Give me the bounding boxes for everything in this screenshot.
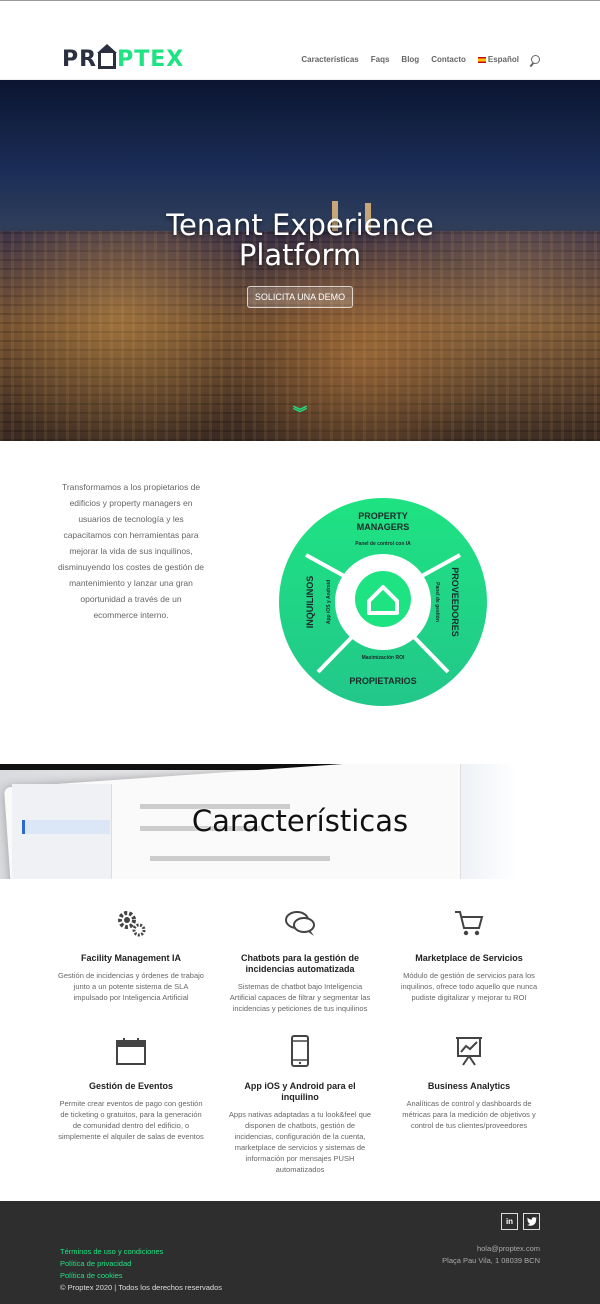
wheel-left-sub: App iOS y Android [326,580,332,624]
feature-title: Facility Management IA [80,953,182,963]
linkedin-icon[interactable]: in [501,1213,518,1230]
wheel-right-title: PROVEEDORES [450,567,460,637]
feature-facility-management: Facility Management IA Gestión de incide… [56,907,206,1003]
logo-text-1: PR [62,47,98,72]
footer-links: Términos de uso y condiciones Política d… [60,1246,222,1294]
feature-text: Apps nativas adaptadas a tu look&feel qu… [228,1110,372,1174]
nav-item-contacto[interactable]: Contacto [431,55,466,64]
intro-text: Transformamos a los propietarios de edif… [58,482,205,620]
feature-title: App iOS y Android para el inquilino [244,1081,356,1102]
feature-mobile-app: App iOS y Android para el inquilino Apps… [225,1035,375,1175]
footer-address: Plaça Pau Vila, 1 08039 BCN [442,1256,540,1265]
footer-email[interactable]: hola@proptex.com [442,1243,540,1255]
mobile-icon [225,1035,375,1067]
chevron-down-icon[interactable]: ︾ [293,406,307,424]
request-demo-button[interactable]: SOLICITA UNA DEMO [247,286,353,308]
nav-item-caracteristicas[interactable]: Características [301,55,358,64]
feature-text: Gestión de incidencias y órdenes de trab… [58,971,204,1002]
presentation-chart-icon [394,1035,544,1067]
nav-item-blog[interactable]: Blog [401,55,419,64]
social-links: in [501,1213,540,1230]
feature-text: Analíticas de control y dashboards de mé… [402,1099,536,1130]
hero-title: Tenant Experience Platform [0,210,600,270]
footer-contact: hola@proptex.com Plaça Pau Vila, 1 08039… [442,1243,540,1267]
main-nav: Características Faqs Blog Contacto Españ… [301,55,540,64]
site-header: PR PTEX Características Faqs Blog Contact… [0,40,600,80]
wheel-top-title-1: PROPERTY [358,511,408,521]
stakeholder-wheel: PROPERTY MANAGERS Panel de control con I… [279,498,487,706]
wheel-top-sub: Panel de control con IA [355,541,411,547]
feature-events: Gestión de Eventos Permite crear eventos… [56,1035,206,1142]
features-title: Características [191,804,409,838]
language-selector[interactable]: Español [477,55,519,64]
wheel-top-title-2: MANAGERS [357,522,410,532]
intro-section: Transformamos a los propietarios de edif… [0,441,600,764]
hero-title-line2: Platform [238,238,362,272]
hero-title-line1: Tenant Experience [166,208,434,242]
features-banner: Características [0,764,600,879]
feature-title: Gestión de Eventos [88,1081,174,1091]
feature-marketplace: Marketplace de Servicios Módulo de gesti… [394,907,544,1003]
chat-bubbles-icon [225,907,375,939]
proptex-logo[interactable]: PR PTEX [62,43,185,72]
feature-text: Permite crear eventos de pago con gestió… [58,1099,204,1141]
feature-title: Chatbots para la gestión de incidencias … [240,953,360,974]
feature-chatbots: Chatbots para la gestión de incidencias … [225,907,375,1014]
copyright: © Proptex 2020 | Todos los derechos rese… [60,1283,223,1292]
feature-title: Business Analytics [427,1081,511,1091]
terms-link[interactable]: Términos de uso y condiciones [60,1246,222,1258]
spain-flag-icon [477,56,486,63]
hero-banner: Tenant Experience Platform SOLICITA UNA D… [0,80,600,441]
wheel-right-sub: Panel de gestión [434,582,440,622]
site-footer: in Términos de uso y condiciones Polític… [0,1201,600,1304]
wheel-house-badge [355,571,411,627]
gears-icon [56,907,206,939]
cart-icon [394,907,544,939]
search-icon[interactable] [531,55,540,64]
twitter-icon[interactable] [523,1213,540,1230]
top-strip [0,0,600,40]
house-icon [97,43,118,69]
wheel-bottom-title: PROPIETARIOS [349,676,416,686]
nav-item-faqs[interactable]: Faqs [371,55,390,64]
feature-text: Módulo de gestión de servicios para los … [400,971,538,1002]
feature-analytics: Business Analytics Analíticas de control… [394,1035,544,1131]
language-label: Español [487,55,519,64]
feature-title: Marketplace de Servicios [415,953,523,963]
logo-text-2: PTEX [117,47,185,72]
cookies-link[interactable]: Política de cookies [60,1270,222,1282]
features-grid: Facility Management IA Gestión de incide… [0,879,600,1201]
feature-text: Sistemas de chatbot bajo Inteligencia Ar… [229,982,371,1013]
wheel-bottom-sub: Maximización ROI [362,655,405,661]
wheel-left-title: INQUILINOS [305,576,315,629]
privacy-link[interactable]: Política de privacidad [60,1258,222,1270]
dashboard-line [150,856,330,861]
calendar-icon [56,1035,206,1067]
